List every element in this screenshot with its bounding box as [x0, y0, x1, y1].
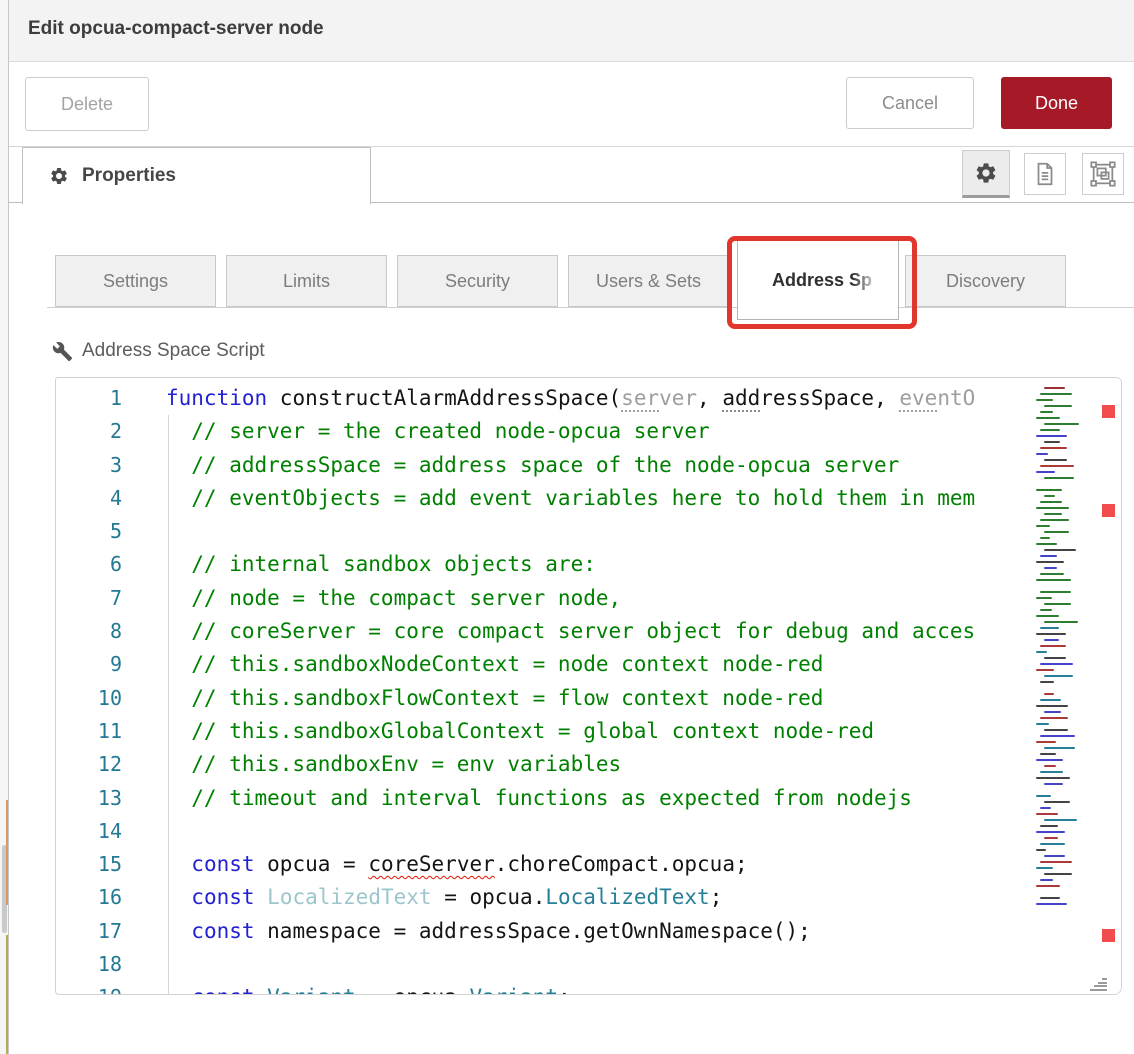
- workspace-edge: [0, 0, 9, 1054]
- wrench-icon: [52, 341, 73, 362]
- tab-users-sets[interactable]: Users & Sets: [568, 255, 729, 307]
- tab-discovery[interactable]: Discovery: [905, 255, 1066, 307]
- edit-node-dialog: Edit opcua-compact-server node Delete Ca…: [9, 0, 1134, 1054]
- tab-properties[interactable]: Properties: [22, 147, 371, 204]
- properties-tab-button[interactable]: [962, 150, 1010, 198]
- dialog-header: Edit opcua-compact-server node: [9, 0, 1134, 62]
- node-red-edit-dialog: Edit opcua-compact-server node Delete Ca…: [0, 0, 1134, 1054]
- delete-button[interactable]: Delete: [25, 77, 149, 131]
- divider: [47, 307, 1134, 308]
- code-editor[interactable]: 12345678910111213141516171819 function c…: [55, 377, 1122, 995]
- tab-security[interactable]: Security: [397, 255, 558, 307]
- appearance-tab-button[interactable]: [1082, 153, 1124, 195]
- tab-address-space[interactable]: Address Sp: [737, 240, 899, 320]
- tab-limits[interactable]: Limits: [226, 255, 387, 307]
- flow-wire: [6, 800, 8, 905]
- editor-minimap[interactable]: [1033, 379, 1079, 919]
- dialog-title: Edit opcua-compact-server node: [28, 18, 324, 40]
- gear-icon: [49, 166, 69, 186]
- section-title: Address Space Script: [82, 340, 265, 362]
- editor-gutter[interactable]: 12345678910111213141516171819: [56, 378, 166, 994]
- cancel-button[interactable]: Cancel: [846, 77, 974, 129]
- gear-icon: [974, 161, 998, 185]
- section-header: Address Space Script: [52, 340, 265, 362]
- description-tab-button[interactable]: [1024, 153, 1066, 195]
- document-icon: [1032, 161, 1058, 187]
- editor-resize-grip[interactable]: [1090, 978, 1107, 991]
- editor-code[interactable]: function constructAlarmAddressSpace(serv…: [166, 378, 1121, 994]
- flow-wire: [6, 935, 8, 1054]
- appearance-icon: [1089, 160, 1117, 188]
- indent-guide: [168, 415, 169, 994]
- tab-properties-label: Properties: [82, 165, 176, 187]
- tab-settings[interactable]: Settings: [55, 255, 216, 307]
- editor-overview-ruler: [1078, 378, 1121, 994]
- done-button[interactable]: Done: [1001, 77, 1112, 129]
